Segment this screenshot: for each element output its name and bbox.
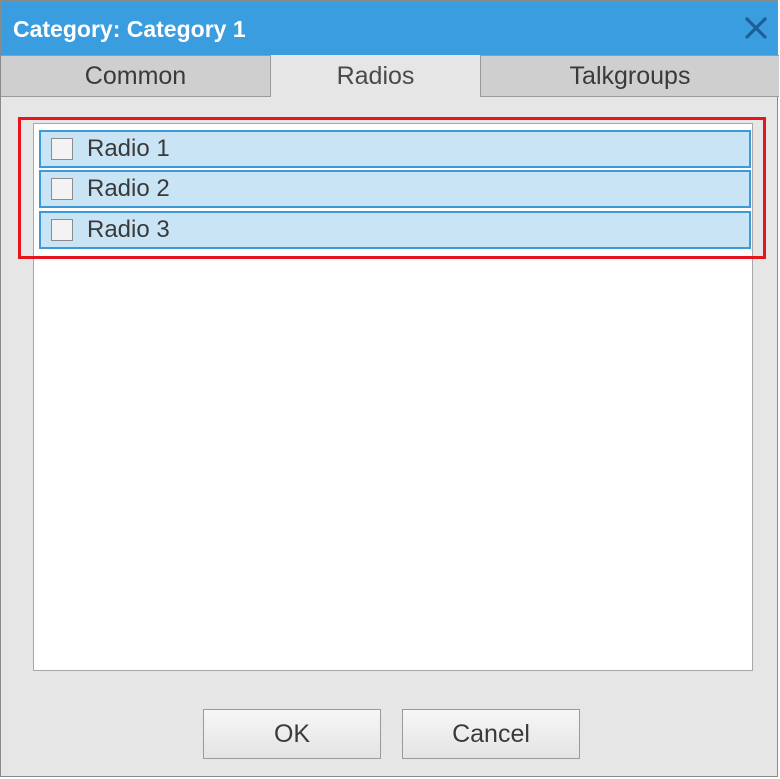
tab-radios[interactable]: Radios [270, 55, 481, 97]
close-button[interactable] [741, 13, 771, 43]
radio-2-checkbox[interactable] [51, 178, 73, 200]
ok-button[interactable]: OK [203, 709, 381, 759]
list-item-radio-3[interactable]: Radio 3 [39, 211, 751, 249]
dialog-title: Category: Category 1 [13, 16, 246, 42]
list-item-radio-1[interactable]: Radio 1 [39, 130, 751, 168]
radio-3-checkbox[interactable] [51, 219, 73, 241]
radio-3-label: Radio 3 [87, 216, 170, 243]
category-dialog: Category: Category 1 Common Radios Talkg… [0, 0, 779, 777]
tab-bar: Common Radios Talkgroups [1, 55, 779, 97]
tab-talkgroups[interactable]: Talkgroups [480, 55, 779, 97]
cancel-button[interactable]: Cancel [402, 709, 580, 759]
radio-1-label: Radio 1 [87, 135, 170, 162]
list-item-radio-2[interactable]: Radio 2 [39, 170, 751, 208]
tab-common[interactable]: Common [1, 55, 271, 97]
radio-1-checkbox[interactable] [51, 138, 73, 160]
title-bar: Category: Category 1 [1, 1, 777, 55]
radio-2-label: Radio 2 [87, 175, 170, 202]
close-icon [745, 17, 767, 39]
radios-list[interactable]: Radio 1 Radio 2 Radio 3 [33, 123, 753, 671]
